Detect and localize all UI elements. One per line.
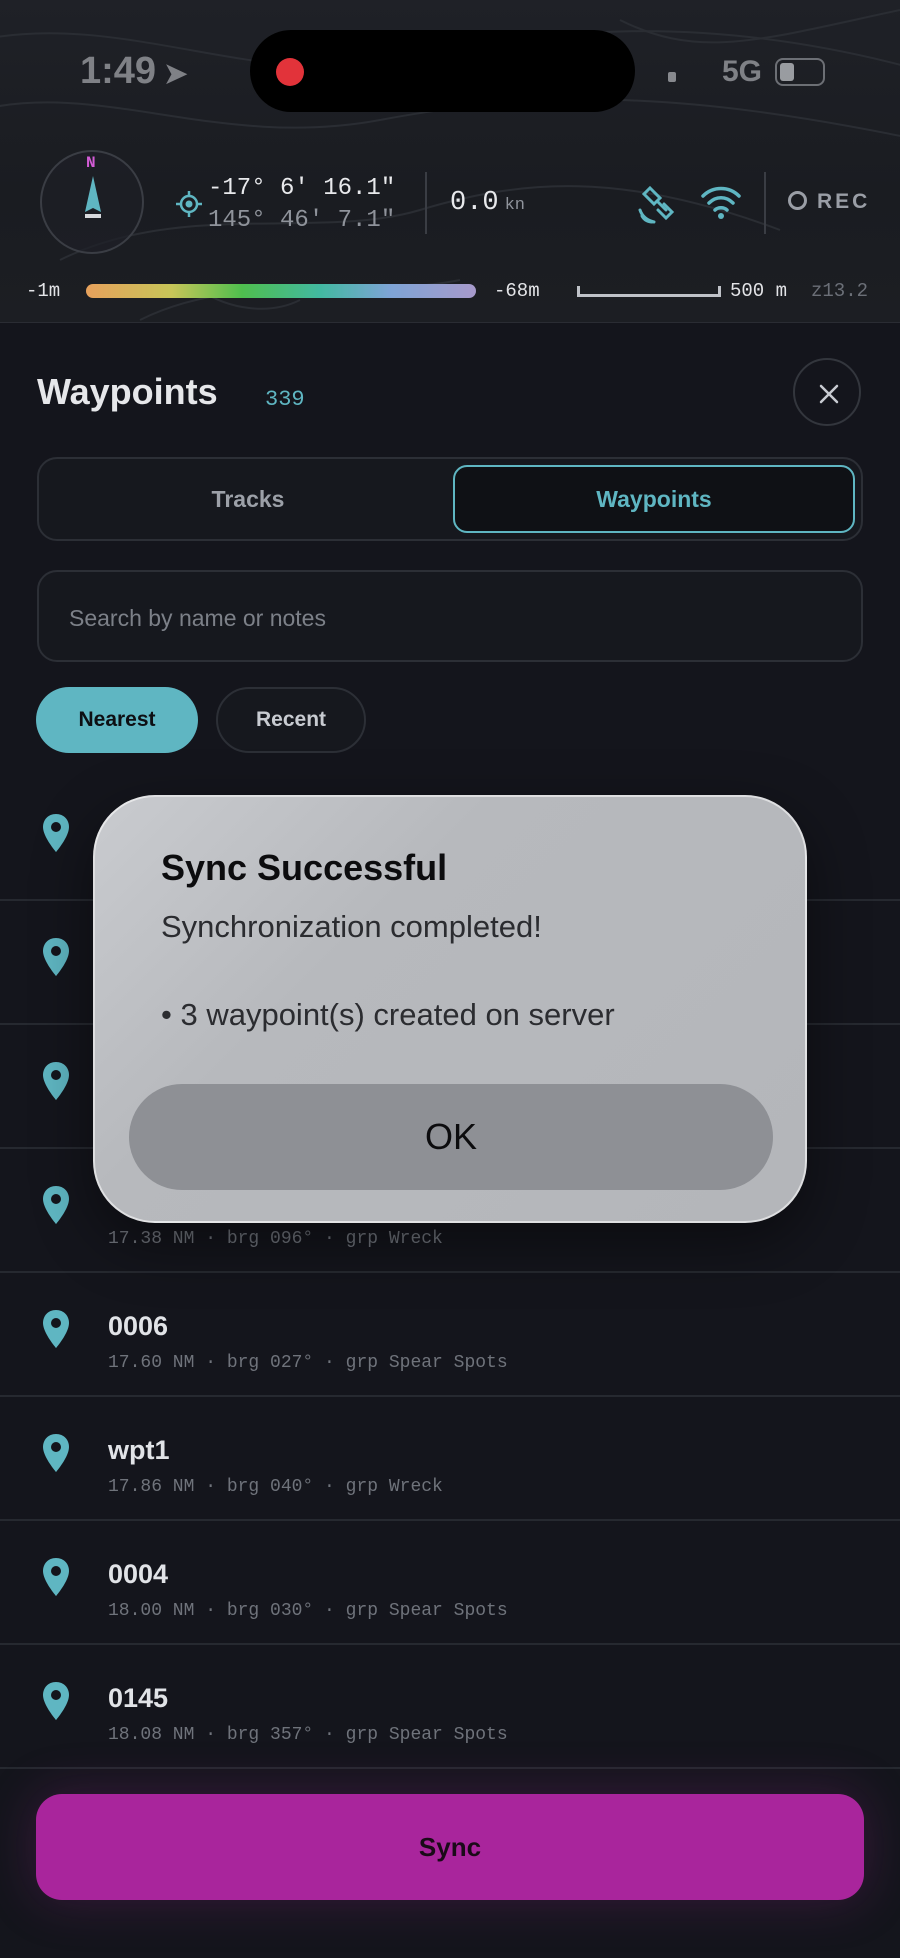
waypoint-meta: 18.00 NM · brg 030° · grp Spear Spots xyxy=(108,1601,508,1621)
map-pin-icon xyxy=(43,1434,69,1472)
compass-button[interactable]: N xyxy=(40,150,144,254)
tab-tracks[interactable]: Tracks xyxy=(47,465,449,533)
map-header: 1:49 ➤ 5G N -17° 6' 16.1" 145° 46' 7.1" 0… xyxy=(0,0,900,322)
alert-title: Sync Successful xyxy=(161,847,448,888)
waypoint-name: 0004 xyxy=(108,1559,169,1589)
dynamic-island xyxy=(250,30,635,112)
location-arrow-icon: ➤ xyxy=(164,58,188,89)
depth-max-label: -68m xyxy=(494,280,540,302)
tracks-waypoints-switch: Tracks Waypoints xyxy=(37,457,863,541)
waypoint-name: wpt1 xyxy=(108,1435,170,1465)
sync-alert-dialog: Sync Successful Synchronization complete… xyxy=(93,795,807,1223)
panel-title: Waypoints xyxy=(37,371,218,412)
map-pin-icon xyxy=(43,1558,69,1596)
satellite-icon[interactable] xyxy=(636,182,680,226)
map-pin-icon xyxy=(43,938,69,976)
compass-needle-icon xyxy=(85,176,101,218)
network-type: 5G xyxy=(722,55,763,88)
map-pin-icon xyxy=(43,814,69,852)
depth-color-scale xyxy=(86,284,476,298)
map-pin-icon xyxy=(43,1310,69,1348)
waypoint-meta: 18.08 NM · brg 357° · grp Spear Spots xyxy=(108,1725,508,1745)
waypoint-name: 0145 xyxy=(108,1683,169,1713)
close-icon xyxy=(819,384,839,404)
zoom-level-label: z13.2 xyxy=(811,280,869,302)
signal-icon xyxy=(668,72,676,82)
waypoint-row[interactable]: wpt1 17.86 NM · brg 040° · grp Wreck xyxy=(0,1395,900,1521)
map-scale-bar xyxy=(577,286,721,297)
close-panel-button[interactable] xyxy=(793,358,861,426)
record-label: REC xyxy=(817,190,871,213)
wifi-icon[interactable] xyxy=(700,184,742,220)
speed-value: 0.0 xyxy=(450,188,499,218)
search-box xyxy=(37,570,863,662)
tab-waypoints[interactable]: Waypoints xyxy=(453,465,855,533)
map-pin-icon xyxy=(43,1682,69,1720)
sort-nearest-chip[interactable]: Nearest xyxy=(36,687,198,753)
alert-message: Synchronization completed! xyxy=(161,909,542,944)
battery-icon xyxy=(775,58,825,86)
record-track-button[interactable]: REC xyxy=(788,190,870,214)
sync-button[interactable]: Sync xyxy=(36,1794,864,1900)
speed-unit: kn xyxy=(504,196,526,215)
waypoint-row[interactable]: 0006 17.60 NM · brg 027° · grp Spear Spo… xyxy=(0,1271,900,1397)
waypoint-meta: 17.38 NM · brg 096° · grp Wreck xyxy=(108,1229,443,1249)
sort-recent-chip[interactable]: Recent xyxy=(216,687,366,753)
alert-ok-button[interactable]: OK xyxy=(129,1084,773,1190)
status-time-text: 1:49 xyxy=(80,50,157,92)
alert-detail: • 3 waypoint(s) created on server xyxy=(161,997,615,1032)
waypoint-name: 0006 xyxy=(108,1311,169,1341)
map-scale-label: 500 m xyxy=(730,280,788,302)
waypoint-meta: 17.60 NM · brg 027° · grp Spear Spots xyxy=(108,1353,508,1373)
search-input[interactable] xyxy=(67,598,831,638)
speed-readout: 0.0 kn xyxy=(450,188,525,218)
header-divider xyxy=(425,172,427,234)
map-pin-icon xyxy=(43,1062,69,1100)
map-pin-icon xyxy=(43,1186,69,1224)
longitude-readout: 145° 46' 7.1" xyxy=(208,207,396,234)
waypoint-meta: 17.86 NM · brg 040° · grp Wreck xyxy=(108,1477,443,1497)
screen-recording-indicator xyxy=(276,58,304,86)
status-time: 1:49 ➤ xyxy=(80,50,188,93)
depth-min-label: -1m xyxy=(26,280,61,302)
header-divider-2 xyxy=(764,172,766,234)
waypoint-row[interactable]: 0145 18.08 NM · brg 357° · grp Spear Spo… xyxy=(0,1643,900,1769)
waypoint-row[interactable]: 0004 18.00 NM · brg 030° · grp Spear Spo… xyxy=(0,1519,900,1645)
record-ring-icon xyxy=(788,191,807,210)
latitude-readout: -17° 6' 16.1" xyxy=(208,175,396,202)
gps-fix-icon xyxy=(176,191,202,217)
waypoint-count: 339 xyxy=(265,387,305,412)
